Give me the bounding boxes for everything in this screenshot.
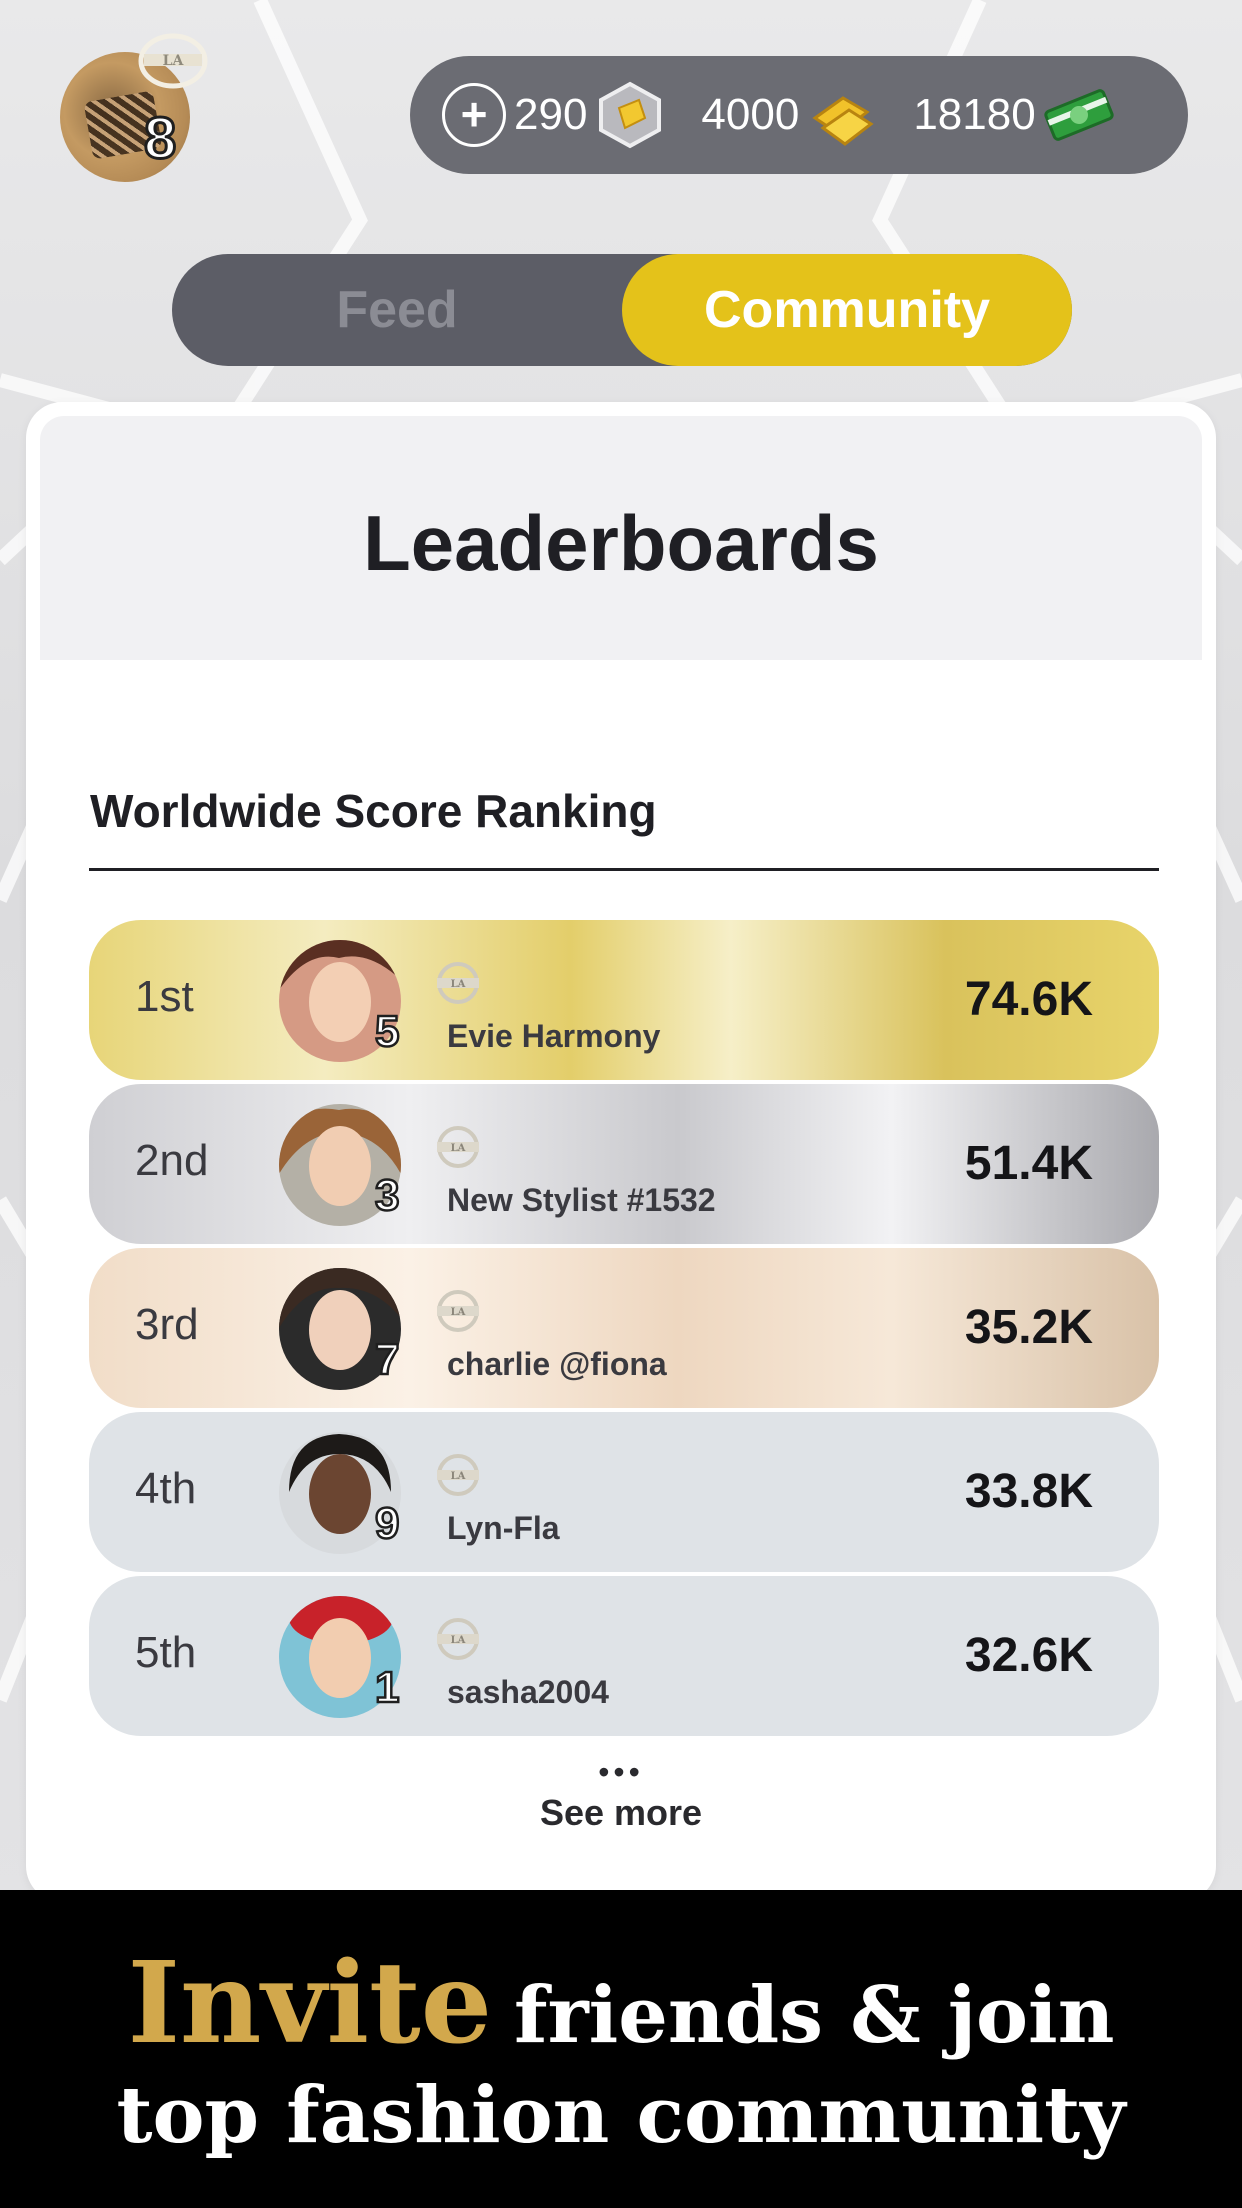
username: New Stylist #1532 [447, 1182, 716, 1218]
leaderboard-row[interactable]: 1st 5 LA Evie Harmony 74.6K [89, 920, 1159, 1080]
section-title: Worldwide Score Ranking [90, 785, 657, 837]
gold-count: 4000 [701, 90, 800, 139]
user-level: 5 [374, 1007, 401, 1056]
leaderboard-row[interactable]: 4th 9 LA Lyn-Fla 33.8K [89, 1412, 1159, 1572]
banner-text-1: friends & join [514, 1970, 1115, 2061]
leaderboard-card: Leaderboards Worldwide Score Ranking 1st… [26, 402, 1216, 1902]
card-header: Leaderboards [40, 416, 1202, 660]
tab-community[interactable]: Community [622, 254, 1072, 366]
add-currency-button[interactable]: + [442, 83, 506, 147]
cash-icon [1044, 89, 1114, 141]
brand-logo-icon: LA [138, 33, 208, 89]
see-more-link[interactable]: See more [26, 1792, 1216, 1834]
leaderboard-row[interactable]: 5th 1 LA sasha2004 32.6K [89, 1576, 1159, 1736]
banner-highlight: Invite [127, 1938, 493, 2069]
brand-badge-icon: LA [437, 1454, 479, 1496]
score-value: 74.6K [964, 973, 1093, 1026]
brand-badge-icon: LA [437, 962, 479, 1004]
cash-count: 18180 [913, 90, 1036, 139]
currency-bar: + 290 4000 18180 [410, 56, 1188, 174]
leaderboard-row[interactable]: 2nd 3 LA New Stylist #1532 51.4K [89, 1084, 1159, 1244]
player-level-badge[interactable]: LA 8 [56, 30, 216, 190]
rank-label: 3rd [135, 1300, 199, 1349]
svg-text:LA: LA [451, 1307, 466, 1318]
username: Lyn-Fla [447, 1510, 560, 1546]
username: charlie @fiona [447, 1346, 667, 1382]
user-level: 3 [374, 1171, 401, 1220]
score-value: 33.8K [964, 1465, 1093, 1518]
score-value: 35.2K [964, 1301, 1093, 1354]
brand-badge-icon: LA [437, 1290, 479, 1332]
svg-text:LA: LA [451, 1143, 466, 1154]
more-dots-icon[interactable]: ••• [26, 1754, 1216, 1791]
banner-line-1: Invite friends & join [0, 1938, 1242, 2069]
gold-bars-icon [812, 96, 874, 146]
svg-text:LA: LA [451, 1471, 466, 1482]
rank-label: 5th [135, 1628, 197, 1677]
user-level: 9 [374, 1499, 401, 1548]
section-divider [89, 868, 1159, 871]
username: sasha2004 [447, 1674, 609, 1710]
tab-feed[interactable]: Feed [172, 254, 622, 366]
score-value: 32.6K [964, 1629, 1093, 1682]
svg-text:LA: LA [451, 1635, 466, 1646]
feed-community-toggle: Feed Community [172, 254, 1072, 366]
gem-icon [599, 81, 662, 149]
player-level-number: 8 [142, 106, 177, 171]
leaderboard-row[interactable]: 3rd 7 LA charlie @fiona 35.2K [89, 1248, 1159, 1408]
rank-label: 2nd [135, 1136, 209, 1185]
rank-label: 1st [135, 972, 194, 1021]
brand-badge-icon: LA [437, 1126, 479, 1168]
gems-count: 290 [514, 90, 588, 139]
promo-banner: Invite friends & join top fashion communi… [0, 1890, 1242, 2208]
rank-label: 4th [135, 1464, 197, 1513]
score-value: 51.4K [964, 1137, 1093, 1190]
page-title: Leaderboards [363, 499, 879, 587]
user-level: 1 [374, 1663, 401, 1712]
banner-line-2: top fashion community [116, 2070, 1126, 2161]
brand-badge-icon: LA [437, 1618, 479, 1660]
user-level: 7 [374, 1335, 401, 1384]
svg-text:LA: LA [163, 53, 185, 69]
svg-text:LA: LA [451, 979, 466, 990]
username: Evie Harmony [447, 1018, 661, 1054]
